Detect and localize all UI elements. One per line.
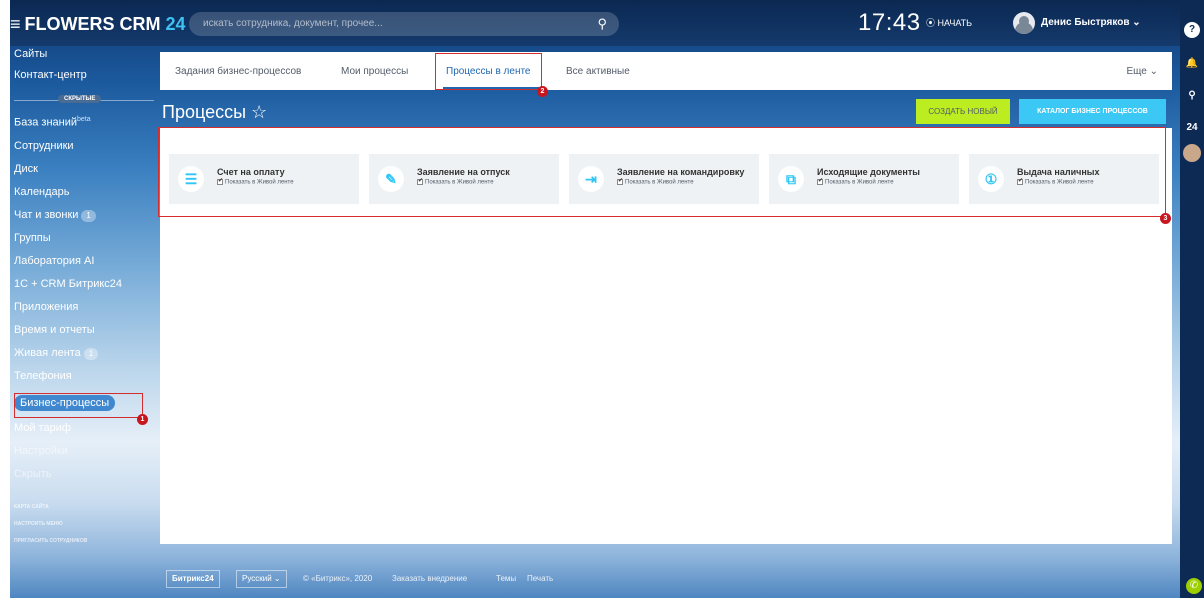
- annotation-box-2: [435, 53, 542, 90]
- user-name: Денис Быстряков: [1041, 17, 1130, 28]
- right-panel: ? 🔔 ⚲ 24: [1180, 0, 1204, 598]
- search-icon[interactable]: ⚲: [597, 16, 607, 32]
- help-glyph: ?: [1188, 24, 1196, 35]
- sidebar-item-live-feed[interactable]: Живая лента 1: [14, 347, 99, 360]
- sitemap-link[interactable]: КАРТА САЙТА: [14, 504, 49, 510]
- chevron-down-icon: ⌄: [1132, 17, 1141, 28]
- sidebar-item-label: Приложения: [14, 301, 79, 313]
- sidebar-item-employees[interactable]: Сотрудники: [14, 140, 74, 152]
- page-title: Процессы ☆: [162, 102, 267, 123]
- sidebar-item-disk[interactable]: Диск: [14, 163, 38, 175]
- bitrix24-button[interactable]: Битрикс24: [166, 570, 220, 588]
- language-label: Русский: [242, 574, 272, 583]
- tab-my-processes[interactable]: Мои процессы: [341, 66, 408, 77]
- sidebar-item-label: Время и отчеты: [14, 324, 95, 336]
- sidebar-item-apps[interactable]: Приложения: [14, 301, 78, 313]
- play-icon: ⦿: [926, 18, 936, 28]
- sidebar-item-ai-lab[interactable]: Лаборатория AI: [14, 255, 94, 267]
- star-icon[interactable]: ☆: [251, 102, 267, 122]
- sidebar-item-calendar[interactable]: Календарь: [14, 186, 70, 198]
- counter-badge[interactable]: 24: [1184, 120, 1200, 136]
- bell-icon[interactable]: 🔔: [1184, 56, 1200, 72]
- logo[interactable]: ≡ FLOWERS CRM 24: [10, 14, 186, 35]
- help-icon[interactable]: ?: [1184, 22, 1200, 38]
- configure-menu-link[interactable]: НАСТРОИТЬ МЕНЮ: [14, 521, 63, 527]
- sidebar-item-chat[interactable]: Чат и звонки 1: [14, 209, 96, 222]
- top-bar: ≡ FLOWERS CRM 24 искать сотрудника, докум…: [10, 0, 1180, 46]
- live-feed-counter: 1: [83, 348, 99, 360]
- start-day-button[interactable]: ⦿ НАЧАТЬ: [926, 16, 972, 29]
- sidebar-item-label: Чат и звонки: [14, 209, 79, 221]
- tab-bp-tasks[interactable]: Задания бизнес-процессов: [175, 66, 301, 77]
- search-input[interactable]: искать сотрудника, документ, прочее... ⚲: [189, 12, 619, 36]
- search-placeholder: искать сотрудника, документ, прочее...: [203, 18, 383, 29]
- user-avatar[interactable]: [1013, 12, 1035, 34]
- order-implementation-link[interactable]: Заказать внедрение: [392, 574, 467, 583]
- tabs-bar: Задания бизнес-процессов Мои процессы Пр…: [160, 52, 1172, 90]
- contact-avatar[interactable]: [1183, 144, 1201, 162]
- start-label: НАЧАТЬ: [937, 18, 973, 28]
- chevron-down-icon: ⌄: [1149, 66, 1158, 77]
- sidebar-item-tariff[interactable]: Мой тариф: [14, 422, 71, 434]
- left-edge: [0, 0, 10, 598]
- sidebar-item-knowledge-base[interactable]: База знанийbeta: [14, 116, 91, 129]
- annotation-box-3: [158, 127, 1166, 217]
- themes-link[interactable]: Темы: [496, 574, 516, 583]
- language-select[interactable]: Русский ⌄: [236, 570, 287, 588]
- sidebar-item-label: Телефония: [14, 370, 72, 382]
- sidebar-item-1c-crm[interactable]: 1С + CRM Битрикс24: [14, 278, 122, 290]
- copyright: © «Битрикс», 2020: [303, 574, 373, 583]
- more-label: Еще: [1126, 66, 1147, 77]
- create-new-button[interactable]: СОЗДАТЬ НОВЫЙ: [916, 99, 1010, 124]
- sidebar-item-label: Календарь: [14, 186, 70, 198]
- sidebar-item-groups[interactable]: Группы: [14, 232, 51, 244]
- catalog-button[interactable]: КАТАЛОГ БИЗНЕС ПРОЦЕССОВ: [1019, 99, 1166, 124]
- main-area: Задания бизнес-процессов Мои процессы Пр…: [160, 50, 1172, 546]
- knowledge-label: База знаний: [14, 116, 78, 129]
- annotation-badge-3: 3: [1160, 213, 1171, 224]
- annotation-badge-1: 1: [137, 414, 148, 425]
- sidebar-item-label: Диск: [14, 163, 38, 175]
- counter-value: 24: [1186, 122, 1198, 133]
- sidebar-item-label: Живая лента: [14, 347, 81, 359]
- logo-number: 24: [165, 14, 186, 34]
- tab-all-active[interactable]: Все активные: [566, 66, 630, 77]
- sidebar-item-telephony[interactable]: Телефония: [14, 370, 72, 382]
- search-right-icon[interactable]: ⚲: [1184, 88, 1200, 104]
- more-menu[interactable]: Еще ⌄: [1126, 66, 1158, 77]
- phone-icon[interactable]: ✆: [1186, 578, 1202, 594]
- sidebar-item-contact-center[interactable]: Контакт-центр: [14, 69, 87, 81]
- page-title-text: Процессы: [162, 102, 247, 122]
- beta-label: beta: [77, 116, 91, 123]
- sidebar-item-label: Группы: [14, 232, 51, 244]
- logo-text: FLOWERS CRM: [24, 14, 161, 34]
- sidebar-item-hide[interactable]: Скрыть: [14, 468, 52, 480]
- chevron-down-icon: ⌄: [273, 574, 281, 583]
- sidebar-item-settings[interactable]: Настройки: [14, 445, 68, 457]
- invite-users-link[interactable]: ПРИГЛАСИТЬ СОТРУДНИКОВ: [14, 538, 87, 544]
- annotation-badge-2: 2: [537, 86, 548, 97]
- sidebar-item-label: Сотрудники: [14, 140, 74, 152]
- sidebar-item-sites[interactable]: Сайты: [14, 48, 47, 60]
- chat-counter: 1: [81, 210, 96, 222]
- sidebar-item-label: Лаборатория AI: [14, 255, 95, 267]
- sidebar-item-time-reports[interactable]: Время и отчеты: [14, 324, 95, 336]
- sidebar: Сайты Контакт-центр СКРЫТЫЕ База знанийb…: [10, 46, 158, 598]
- print-link[interactable]: Печать: [527, 574, 553, 583]
- clock: 17:43: [858, 9, 921, 36]
- hidden-section-label[interactable]: СКРЫТЫЕ: [58, 95, 102, 103]
- menu-burger-icon[interactable]: ≡: [10, 14, 21, 34]
- sidebar-item-label: 1С + CRM Битрикс24: [14, 278, 123, 290]
- annotation-box-1: [14, 393, 143, 418]
- user-menu[interactable]: Денис Быстряков ⌄: [1041, 17, 1141, 28]
